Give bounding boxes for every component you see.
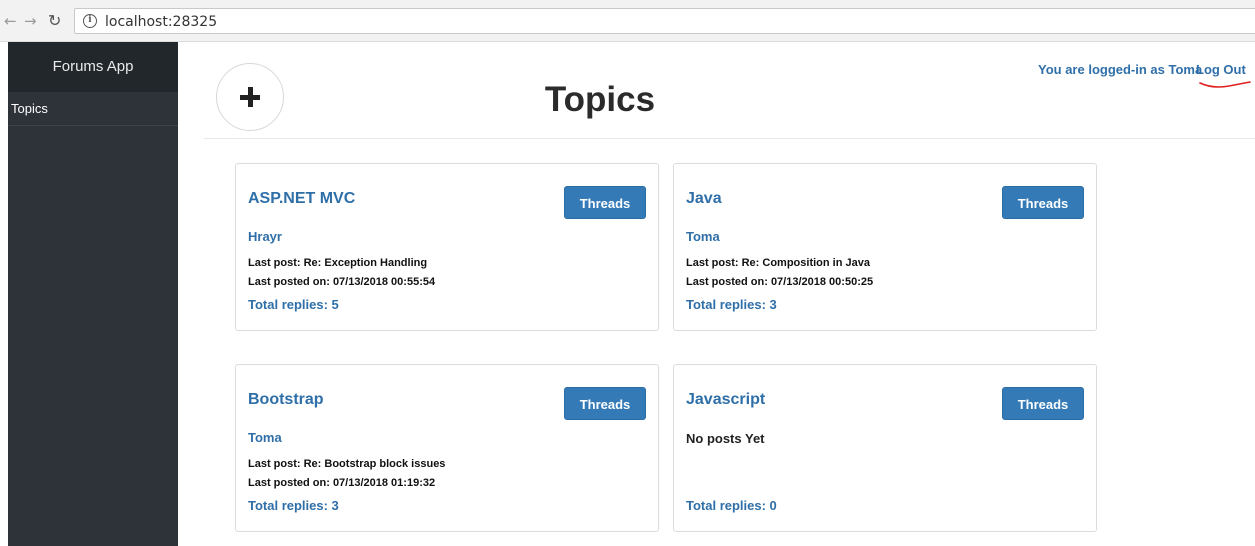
- reload-icon[interactable]: ↻: [48, 12, 61, 30]
- sidebar: Forums App Topics: [8, 42, 178, 546]
- topic-card: Java Threads Toma Last post: Re: Composi…: [673, 163, 1097, 331]
- add-topic-button[interactable]: [216, 63, 284, 131]
- app-brand[interactable]: Forums App: [8, 42, 178, 92]
- topic-card: Javascript Threads No posts Yet Total re…: [673, 364, 1097, 532]
- forward-icon[interactable]: →: [24, 12, 37, 30]
- total-replies[interactable]: Total replies: 0: [686, 498, 777, 514]
- topic-card: Bootstrap Threads Toma Last post: Re: Bo…: [235, 364, 659, 532]
- total-replies[interactable]: Total replies: 5: [248, 297, 339, 313]
- logged-in-user-link[interactable]: You are logged-in as Toma: [1038, 62, 1202, 78]
- logout-link[interactable]: Log Out: [1196, 62, 1246, 78]
- topic-author[interactable]: Hrayr: [248, 229, 282, 245]
- last-posted-on: Last posted on: 07/13/2018 01:19:32: [248, 477, 436, 489]
- sidebar-item-topics[interactable]: Topics: [8, 92, 178, 126]
- threads-button[interactable]: Threads: [1002, 387, 1084, 420]
- topic-card: ASP.NET MVC Threads Hrayr Last post: Re:…: [235, 163, 659, 331]
- back-icon[interactable]: ←: [4, 12, 17, 30]
- address-bar[interactable]: i localhost:28325: [74, 8, 1255, 34]
- last-post: Last post: Re: Composition in Java: [686, 257, 870, 269]
- browser-toolbar: ← → ↻ i localhost:28325: [0, 0, 1255, 42]
- topic-title[interactable]: Javascript: [686, 390, 765, 410]
- topic-title[interactable]: Java: [686, 189, 722, 209]
- total-replies[interactable]: Total replies: 3: [248, 498, 339, 514]
- topic-title[interactable]: Bootstrap: [248, 390, 324, 410]
- total-replies[interactable]: Total replies: 3: [686, 297, 777, 313]
- url-text: localhost:28325: [105, 14, 218, 30]
- no-posts-text: No posts Yet: [686, 431, 765, 446]
- topic-author[interactable]: Toma: [686, 229, 720, 245]
- last-post: Last post: Re: Exception Handling: [248, 257, 428, 269]
- last-posted-on: Last posted on: 07/13/2018 00:50:25: [686, 276, 874, 288]
- page-title: Topics: [544, 80, 656, 119]
- threads-button[interactable]: Threads: [564, 186, 646, 219]
- threads-button[interactable]: Threads: [564, 387, 646, 420]
- header-divider: [204, 138, 1255, 139]
- topic-title[interactable]: ASP.NET MVC: [248, 189, 355, 209]
- info-icon[interactable]: i: [83, 14, 97, 28]
- last-post: Last post: Re: Bootstrap block issues: [248, 458, 446, 470]
- last-posted-on: Last posted on: 07/13/2018 00:55:54: [248, 276, 436, 288]
- annotation-underline: [1199, 81, 1251, 88]
- topic-author[interactable]: Toma: [248, 430, 282, 446]
- threads-button[interactable]: Threads: [1002, 186, 1084, 219]
